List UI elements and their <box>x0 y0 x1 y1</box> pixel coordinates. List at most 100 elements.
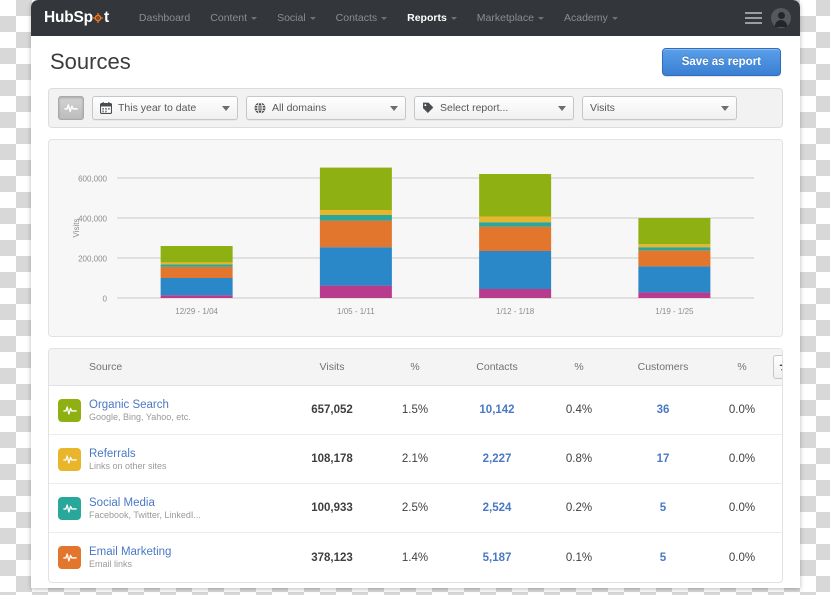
cell-customers[interactable]: 5 <box>615 552 711 564</box>
hubspot-logo[interactable]: HubSp t <box>44 9 109 27</box>
chevron-down-icon <box>558 106 566 111</box>
nav-item-marketplace[interactable]: Marketplace <box>467 12 554 24</box>
bar-segment[interactable] <box>638 244 710 247</box>
bar-segment[interactable] <box>320 286 392 298</box>
date-range-dropdown[interactable]: This year to date <box>92 96 238 120</box>
report-dropdown[interactable]: Select report... <box>414 96 574 120</box>
bar-segment[interactable] <box>161 262 233 264</box>
source-name-link[interactable]: Referrals <box>89 448 167 460</box>
bar-segment[interactable] <box>161 295 233 298</box>
bar-segment[interactable] <box>638 247 710 250</box>
bar-segment[interactable] <box>638 292 710 298</box>
nav-item-label: Content <box>210 12 247 24</box>
pulse-icon <box>58 497 81 520</box>
bar-segment[interactable] <box>320 210 392 215</box>
hamburger-menu-icon[interactable] <box>745 12 762 25</box>
bar-segment[interactable] <box>479 222 551 226</box>
cell-contacts[interactable]: 2,524 <box>451 502 543 514</box>
nav-right-actions <box>745 8 791 28</box>
nav-item-label: Reports <box>407 12 447 24</box>
swap-columns-button[interactable] <box>773 355 783 379</box>
cell-contacts[interactable]: 10,142 <box>451 404 543 416</box>
bar-segment[interactable] <box>479 174 551 217</box>
table-row: Organic SearchGoogle, Bing, Yahoo, etc.6… <box>49 386 782 435</box>
cell-visits: 100,933 <box>285 502 379 514</box>
column-header-visits-pct[interactable]: % <box>379 361 451 373</box>
cell-contacts[interactable]: 5,187 <box>451 552 543 564</box>
bar-segment[interactable] <box>320 221 392 248</box>
source-cell: Email MarketingEmail links <box>49 546 285 569</box>
source-name-link[interactable]: Organic Search <box>89 399 191 411</box>
cell-visits: 108,178 <box>285 453 379 465</box>
source-text: Organic SearchGoogle, Bing, Yahoo, etc. <box>89 399 191 422</box>
table-row: ReferralsLinks on other sites108,1782.1%… <box>49 435 782 484</box>
nav-item-label: Marketplace <box>477 12 534 24</box>
column-header-source[interactable]: Source <box>49 361 285 373</box>
nav-menu: Dashboard Content SocialContacts Reports Mar… <box>129 12 745 24</box>
source-name-link[interactable]: Social Media <box>89 497 201 509</box>
cell-contacts-pct: 0.1% <box>543 552 615 564</box>
bar-segment[interactable] <box>161 278 233 295</box>
cell-visits-pct: 2.5% <box>379 502 451 514</box>
table-row: Social MediaFacebook, Twitter, LinkedI..… <box>49 484 782 533</box>
nav-item-reports[interactable]: Reports <box>397 12 467 24</box>
date-range-value: This year to date <box>118 102 210 114</box>
bar-segment[interactable] <box>161 267 233 278</box>
bar-segment[interactable] <box>479 289 551 298</box>
metric-dropdown[interactable]: Visits <box>582 96 737 120</box>
cell-customers-pct: 0.0% <box>711 502 773 514</box>
source-name-link[interactable]: Email Marketing <box>89 546 171 558</box>
bar-segment[interactable] <box>320 215 392 221</box>
chevron-down-icon <box>251 17 257 20</box>
calendar-icon <box>100 102 112 114</box>
bar-segment[interactable] <box>320 247 392 285</box>
source-subtitle: Facebook, Twitter, LinkedI... <box>89 510 201 520</box>
table-row: Email MarketingEmail links378,1231.4%5,1… <box>49 533 782 582</box>
chevron-down-icon <box>538 17 544 20</box>
page-header: Sources Save as report <box>48 48 783 76</box>
nav-item-dashboard[interactable]: Dashboard <box>129 12 200 24</box>
pulse-icon <box>58 546 81 569</box>
bar-segment[interactable] <box>479 217 551 223</box>
nav-item-academy[interactable]: Academy <box>554 12 628 24</box>
chevron-down-icon <box>381 17 387 20</box>
cell-customers[interactable]: 36 <box>615 404 711 416</box>
column-header-customers[interactable]: Customers <box>615 361 711 373</box>
page-content: Sources Save as report <box>31 36 800 588</box>
bar-segment[interactable] <box>161 264 233 266</box>
chart-toggle-button[interactable] <box>58 96 84 120</box>
chevron-down-icon <box>222 106 230 111</box>
bar-segment[interactable] <box>638 218 710 244</box>
user-avatar-icon[interactable] <box>771 8 791 28</box>
logo-text-right: t <box>104 9 109 27</box>
nav-item-content[interactable]: Content <box>200 12 267 24</box>
x-axis-tick-label: 1/19 - 1/25 <box>655 307 694 316</box>
x-axis-tick-label: 12/29 - 1/04 <box>175 307 218 316</box>
nav-item-label: Academy <box>564 12 608 24</box>
bar-segment[interactable] <box>479 227 551 251</box>
top-navigation-bar: HubSp t Dashboard Content SocialContacts Re… <box>31 0 800 36</box>
bar-segment[interactable] <box>320 168 392 210</box>
sprocket-icon <box>93 13 103 23</box>
bar-segment[interactable] <box>479 251 551 289</box>
tag-icon <box>422 102 434 114</box>
globe-icon <box>254 102 266 114</box>
column-header-contacts[interactable]: Contacts <box>451 361 543 373</box>
domain-dropdown[interactable]: All domains <box>246 96 406 120</box>
bar-segment[interactable] <box>638 266 710 292</box>
save-as-report-button[interactable]: Save as report <box>662 48 781 76</box>
nav-item-contacts[interactable]: Contacts <box>326 12 397 24</box>
pulse-icon <box>58 448 81 471</box>
chevron-down-icon <box>612 17 618 20</box>
pulse-icon <box>58 399 81 422</box>
cell-customers[interactable]: 17 <box>615 453 711 465</box>
cell-contacts[interactable]: 2,227 <box>451 453 543 465</box>
column-header-visits[interactable]: Visits <box>285 361 379 373</box>
bar-segment[interactable] <box>161 246 233 262</box>
source-cell: Social MediaFacebook, Twitter, LinkedI..… <box>49 497 285 520</box>
nav-item-social[interactable]: Social <box>267 12 326 24</box>
bar-segment[interactable] <box>638 250 710 266</box>
column-header-contacts-pct[interactable]: % <box>543 361 615 373</box>
column-header-customers-pct[interactable]: % <box>711 361 773 373</box>
cell-customers[interactable]: 5 <box>615 502 711 514</box>
